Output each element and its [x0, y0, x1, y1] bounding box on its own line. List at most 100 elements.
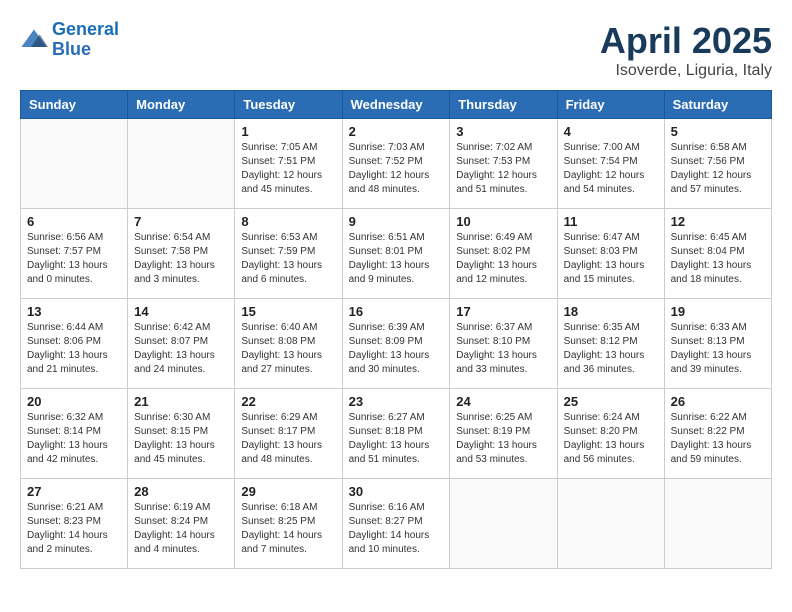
day-info: Sunrise: 6:39 AM Sunset: 8:09 PM Dayligh… [349, 321, 444, 377]
day-info: Sunrise: 6:16 AM Sunset: 8:27 PM Dayligh… [349, 501, 444, 557]
calendar-cell: 21 Sunrise: 6:30 AM Sunset: 8:15 PM Dayli… [128, 389, 235, 479]
calendar-table: SundayMondayTuesdayWednesdayThursdayFrid… [20, 90, 772, 569]
day-number: 24 [456, 394, 550, 409]
calendar-cell: 3 Sunrise: 7:02 AM Sunset: 7:53 PM Daylig… [450, 119, 557, 209]
weekday-header: Tuesday [235, 91, 342, 119]
calendar-cell: 9Sunrise: 6:51 AM Sunset: 8:01 PM Daylig… [342, 209, 450, 299]
calendar-cell: 28Sunrise: 6:19 AM Sunset: 8:24 PM Dayli… [128, 479, 235, 569]
calendar-cell: 7 Sunrise: 6:54 AM Sunset: 7:58 PM Daylig… [128, 209, 235, 299]
day-info: Sunrise: 6:56 AM Sunset: 7:57 PM Dayligh… [27, 231, 121, 287]
page-header: General Blue April 2025 Isoverde, Liguri… [20, 20, 772, 80]
day-number: 11 [564, 214, 658, 229]
day-info: Sunrise: 7:00 AM Sunset: 7:54 PM Dayligh… [564, 141, 658, 197]
calendar-cell [128, 119, 235, 209]
day-info: Sunrise: 6:54 AM Sunset: 7:58 PM Dayligh… [134, 231, 228, 287]
day-number: 30 [349, 484, 444, 499]
calendar-cell [664, 479, 771, 569]
calendar-cell: 27Sunrise: 6:21 AM Sunset: 8:23 PM Dayli… [21, 479, 128, 569]
day-number: 17 [456, 304, 550, 319]
day-info: Sunrise: 6:40 AM Sunset: 8:08 PM Dayligh… [241, 321, 335, 377]
day-number: 10 [456, 214, 550, 229]
day-number: 28 [134, 484, 228, 499]
calendar-cell: 1Sunrise: 7:05 AM Sunset: 7:51 PM Daylig… [235, 119, 342, 209]
calendar-cell [450, 479, 557, 569]
day-number: 6 [27, 214, 121, 229]
calendar-cell: 6 Sunrise: 6:56 AM Sunset: 7:57 PM Daylig… [21, 209, 128, 299]
day-info: Sunrise: 6:18 AM Sunset: 8:25 PM Dayligh… [241, 501, 335, 557]
logo-text: General Blue [52, 20, 119, 60]
day-info: Sunrise: 6:44 AM Sunset: 8:06 PM Dayligh… [27, 321, 121, 377]
month-year: April 2025 [600, 20, 772, 62]
day-info: Sunrise: 6:47 AM Sunset: 8:03 PM Dayligh… [564, 231, 658, 287]
day-number: 21 [134, 394, 228, 409]
calendar-cell: 13Sunrise: 6:44 AM Sunset: 8:06 PM Dayli… [21, 299, 128, 389]
calendar-cell: 26 Sunrise: 6:22 AM Sunset: 8:22 PM Dayli… [664, 389, 771, 479]
day-number: 14 [134, 304, 228, 319]
calendar-cell: 18 Sunrise: 6:35 AM Sunset: 8:12 PM Dayli… [557, 299, 664, 389]
calendar-cell [21, 119, 128, 209]
calendar-cell: 10 Sunrise: 6:49 AM Sunset: 8:02 PM Dayli… [450, 209, 557, 299]
day-number: 7 [134, 214, 228, 229]
logo: General Blue [20, 20, 119, 60]
day-number: 3 [456, 124, 550, 139]
day-info: Sunrise: 6:37 AM Sunset: 8:10 PM Dayligh… [456, 321, 550, 377]
calendar-cell: 8 Sunrise: 6:53 AM Sunset: 7:59 PM Daylig… [235, 209, 342, 299]
day-info: Sunrise: 6:49 AM Sunset: 8:02 PM Dayligh… [456, 231, 550, 287]
day-number: 9 [349, 214, 444, 229]
day-number: 25 [564, 394, 658, 409]
day-info: Sunrise: 6:53 AM Sunset: 7:59 PM Dayligh… [241, 231, 335, 287]
calendar-cell: 19 Sunrise: 6:33 AM Sunset: 8:13 PM Dayli… [664, 299, 771, 389]
day-info: Sunrise: 6:24 AM Sunset: 8:20 PM Dayligh… [564, 411, 658, 467]
day-info: Sunrise: 6:35 AM Sunset: 8:12 PM Dayligh… [564, 321, 658, 377]
week-row: 13Sunrise: 6:44 AM Sunset: 8:06 PM Dayli… [21, 299, 772, 389]
weekday-header: Thursday [450, 91, 557, 119]
calendar-cell: 12Sunrise: 6:45 AM Sunset: 8:04 PM Dayli… [664, 209, 771, 299]
day-number: 1 [241, 124, 335, 139]
day-number: 29 [241, 484, 335, 499]
calendar-cell: 5Sunrise: 6:58 AM Sunset: 7:56 PM Daylig… [664, 119, 771, 209]
day-number: 5 [671, 124, 765, 139]
calendar-cell [557, 479, 664, 569]
calendar-cell: 22 Sunrise: 6:29 AM Sunset: 8:17 PM Dayli… [235, 389, 342, 479]
calendar-cell: 14 Sunrise: 6:42 AM Sunset: 8:07 PM Dayli… [128, 299, 235, 389]
day-info: Sunrise: 6:32 AM Sunset: 8:14 PM Dayligh… [27, 411, 121, 467]
calendar-cell: 30 Sunrise: 6:16 AM Sunset: 8:27 PM Dayli… [342, 479, 450, 569]
day-info: Sunrise: 6:22 AM Sunset: 8:22 PM Dayligh… [671, 411, 765, 467]
day-number: 15 [241, 304, 335, 319]
day-info: Sunrise: 7:03 AM Sunset: 7:52 PM Dayligh… [349, 141, 444, 197]
title-block: April 2025 Isoverde, Liguria, Italy [600, 20, 772, 80]
week-row: 6 Sunrise: 6:56 AM Sunset: 7:57 PM Daylig… [21, 209, 772, 299]
week-row: 20Sunrise: 6:32 AM Sunset: 8:14 PM Dayli… [21, 389, 772, 479]
day-number: 27 [27, 484, 121, 499]
calendar-cell: 25 Sunrise: 6:24 AM Sunset: 8:20 PM Dayli… [557, 389, 664, 479]
location: Isoverde, Liguria, Italy [600, 62, 772, 80]
day-info: Sunrise: 6:29 AM Sunset: 8:17 PM Dayligh… [241, 411, 335, 467]
day-number: 18 [564, 304, 658, 319]
day-info: Sunrise: 6:45 AM Sunset: 8:04 PM Dayligh… [671, 231, 765, 287]
day-number: 16 [349, 304, 444, 319]
calendar-cell: 20Sunrise: 6:32 AM Sunset: 8:14 PM Dayli… [21, 389, 128, 479]
day-info: Sunrise: 6:33 AM Sunset: 8:13 PM Dayligh… [671, 321, 765, 377]
week-row: 1Sunrise: 7:05 AM Sunset: 7:51 PM Daylig… [21, 119, 772, 209]
calendar-cell: 15 Sunrise: 6:40 AM Sunset: 8:08 PM Dayli… [235, 299, 342, 389]
calendar-cell: 4 Sunrise: 7:00 AM Sunset: 7:54 PM Daylig… [557, 119, 664, 209]
day-number: 19 [671, 304, 765, 319]
day-number: 26 [671, 394, 765, 409]
week-row: 27Sunrise: 6:21 AM Sunset: 8:23 PM Dayli… [21, 479, 772, 569]
day-info: Sunrise: 6:42 AM Sunset: 8:07 PM Dayligh… [134, 321, 228, 377]
logo-icon [20, 26, 48, 54]
day-number: 22 [241, 394, 335, 409]
calendar-cell: 16 Sunrise: 6:39 AM Sunset: 8:09 PM Dayli… [342, 299, 450, 389]
weekday-header: Monday [128, 91, 235, 119]
calendar-cell: 11 Sunrise: 6:47 AM Sunset: 8:03 PM Dayli… [557, 209, 664, 299]
day-info: Sunrise: 6:30 AM Sunset: 8:15 PM Dayligh… [134, 411, 228, 467]
weekday-header: Friday [557, 91, 664, 119]
day-info: Sunrise: 7:02 AM Sunset: 7:53 PM Dayligh… [456, 141, 550, 197]
weekday-header: Sunday [21, 91, 128, 119]
day-info: Sunrise: 6:25 AM Sunset: 8:19 PM Dayligh… [456, 411, 550, 467]
day-number: 8 [241, 214, 335, 229]
day-info: Sunrise: 6:27 AM Sunset: 8:18 PM Dayligh… [349, 411, 444, 467]
calendar-cell: 24 Sunrise: 6:25 AM Sunset: 8:19 PM Dayli… [450, 389, 557, 479]
weekday-header: Wednesday [342, 91, 450, 119]
day-number: 4 [564, 124, 658, 139]
